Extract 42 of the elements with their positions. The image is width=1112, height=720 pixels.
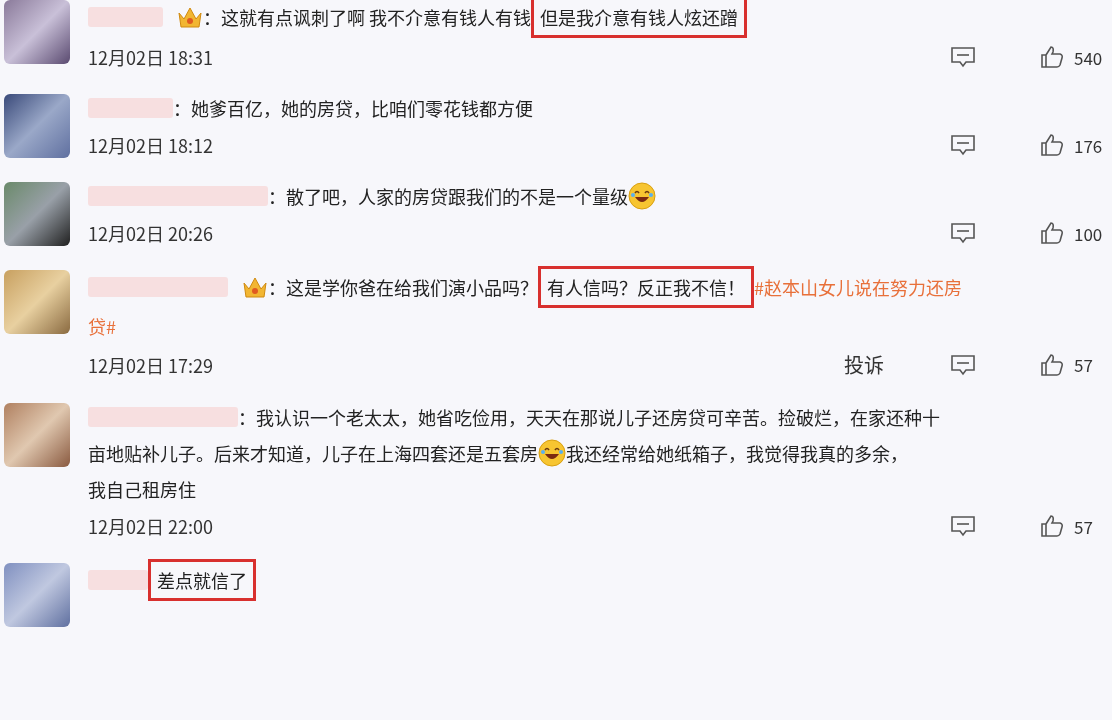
report-link[interactable]: 投诉 — [844, 350, 884, 379]
blurred-avatar[interactable] — [4, 0, 70, 64]
comment-icon[interactable] — [950, 46, 976, 68]
hashtag-link[interactable]: #赵本山女儿说在努力还房 — [754, 269, 962, 305]
like-count: 57 — [1074, 352, 1094, 377]
blurred-avatar[interactable] — [4, 563, 70, 627]
comment-time: 12月02日 18:31 — [88, 44, 214, 70]
blurred-avatar[interactable] — [4, 182, 70, 246]
comment-icon[interactable] — [950, 515, 976, 537]
highlighted-text: 有人信吗？反正我不信！ — [538, 266, 754, 308]
thumbs-up-icon[interactable] — [1040, 514, 1064, 538]
highlighted-text: 差点就信了 — [148, 559, 256, 601]
highlighted-text: 但是我介意有钱人炫还蹭 — [531, 0, 748, 38]
thumbs-up-icon[interactable] — [1040, 133, 1064, 157]
comment-time: 12月02日 18:12 — [88, 132, 214, 158]
laughing-emoji-icon — [628, 182, 656, 210]
comment-text: ：散了吧，人家的房贷跟我们的不是一个量级 — [268, 182, 628, 211]
comment-text: ：这是学你爸在给我们演小品吗？ — [268, 273, 538, 302]
comment-text: 我自己租房住 — [88, 475, 196, 504]
blurred-avatar[interactable] — [4, 270, 70, 334]
comment-icon[interactable] — [950, 353, 976, 376]
like-count: 176 — [1074, 132, 1104, 158]
blurred-avatar[interactable] — [4, 94, 70, 158]
comment-text: 我还经常给她纸箱子，我觉得我真的多余， — [566, 439, 908, 468]
thumbs-up-icon[interactable] — [1040, 221, 1064, 245]
comment-time: 12月02日 22:00 — [88, 513, 214, 539]
like-count: 57 — [1074, 513, 1094, 539]
comment-text: ：这就有点讽刺了啊 我不介意有钱人有钱 — [203, 3, 532, 32]
laughing-emoji-icon — [538, 439, 566, 467]
comment-text: ：我认识一个老太太，她省吃俭用，天天在那说儿子还房贷可辛苦。捡破烂，在家还种十 — [238, 403, 940, 432]
thumbs-up-icon[interactable] — [1040, 352, 1064, 377]
comment-time: 12月02日 17:29 — [88, 351, 214, 378]
comment-icon[interactable] — [950, 134, 976, 156]
comment-icon[interactable] — [950, 222, 976, 244]
thumbs-up-icon[interactable] — [1040, 45, 1064, 69]
comment-time: 12月02日 20:26 — [88, 220, 214, 246]
comment-text: 亩地贴补儿子。后来才知道，儿子在上海四套还是五套房 — [88, 439, 538, 468]
comment-text: ：她爹百亿，她的房贷，比咱们零花钱都方便 — [173, 94, 533, 123]
like-count: 100 — [1074, 220, 1104, 246]
blurred-avatar[interactable] — [4, 403, 70, 467]
hashtag-link[interactable]: 贷# — [88, 308, 116, 344]
like-count: 540 — [1074, 44, 1104, 70]
